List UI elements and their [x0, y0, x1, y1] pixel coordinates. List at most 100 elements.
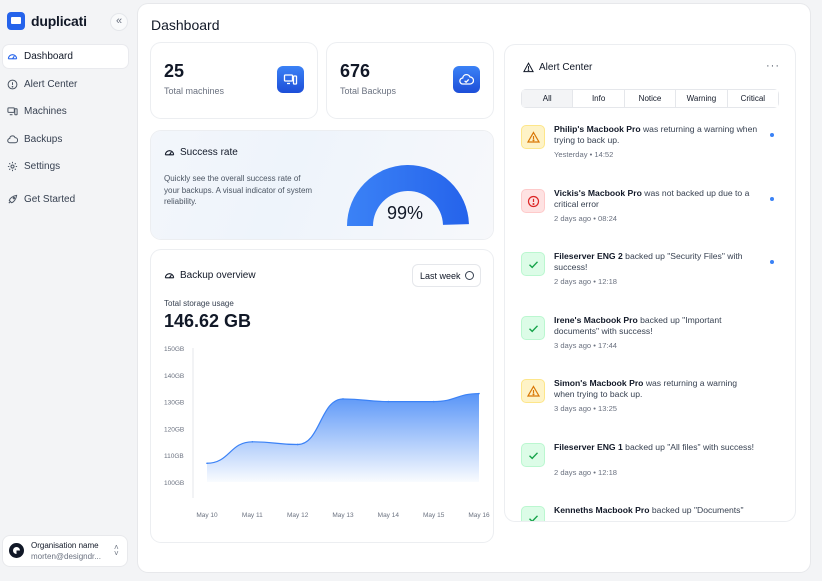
backup-overview-title: Backup overview: [164, 270, 256, 281]
y-tick-label: 140GB: [164, 373, 184, 380]
organisation-switcher[interactable]: Organisation name morten@designdr... ˄ ˅: [3, 536, 127, 566]
tab-notice[interactable]: Notice: [624, 90, 677, 107]
alert-message: Kenneths Macbook Pro backed up "Document…: [554, 505, 744, 515]
chart-point: [251, 441, 254, 443]
sidebar-item-backups[interactable]: Backups: [3, 128, 128, 151]
alert-item[interactable]: Fileserver ENG 2 backed up "Security Fil…: [505, 251, 795, 312]
alert-timestamp: 3 days ago • 13:25: [554, 404, 618, 413]
unread-dot: [770, 133, 774, 137]
alert-message: Simon's Macbook Pro was returning a warn…: [554, 378, 738, 399]
alert-timestamp: 2 days ago • 08:24: [554, 213, 618, 223]
alert-message: Fileserver ENG 2 backed up "Security Fil…: [554, 251, 743, 272]
gauge-icon: [164, 273, 175, 279]
warning-icon: [521, 379, 545, 403]
sidebar-item-alert-center[interactable]: Alert Center: [3, 73, 128, 96]
chart-point: [342, 398, 344, 400]
check-icon: [521, 442, 545, 467]
brand[interactable]: duplicati: [7, 12, 87, 30]
alert-item[interactable]: Kenneths Macbook Pro backed up "Document…: [505, 505, 795, 521]
card-title-text: Success rate: [180, 147, 238, 158]
stat-card-backups[interactable]: 676 Total Backups: [327, 43, 493, 118]
alert-message: Irene's Macbook Pro backed up "Important…: [554, 314, 722, 336]
x-tick-label: May 14: [378, 512, 400, 519]
x-tick-label: May 13: [332, 512, 354, 519]
sidebar-nav: Dashboard Alert Center Machines Backups …: [3, 45, 128, 216]
cloud-check-icon: [453, 66, 480, 93]
alert-source-name: Philip's Macbook Pro: [554, 124, 641, 134]
tab-info[interactable]: Info: [573, 90, 625, 107]
stat-card-machines[interactable]: 25 Total machines: [151, 43, 317, 118]
sidebar: duplicati « Dashboard Alert Center Machi…: [0, 0, 134, 581]
stat-label: Total Backups: [340, 86, 397, 96]
brand-name: duplicati: [31, 13, 87, 29]
sidebar-item-label: Alert Center: [24, 78, 78, 90]
page-title: Dashboard: [151, 17, 220, 33]
alert-center-panel: Alert Center ··· All Info Notice Warning…: [505, 45, 795, 521]
alert-item[interactable]: Fileserver ENG 1 backed up "All files" w…: [505, 441, 795, 503]
x-tick-label: May 10: [196, 512, 218, 519]
alert-source-name: Simon's Macbook Pro: [554, 378, 644, 388]
chevron-up-down-icon: ˄ ˅: [114, 543, 119, 558]
chart-point: [478, 392, 480, 395]
alert-item[interactable]: Irene's Macbook Pro backed up "Important…: [505, 314, 795, 376]
alert-timestamp: 2 days ago • 12:18: [554, 467, 618, 477]
period-label: Last week: [420, 270, 461, 281]
y-tick-label: 130GB: [164, 400, 184, 407]
rocket-icon: [7, 194, 18, 205]
chart-point: [296, 443, 299, 446]
check-icon: [521, 252, 545, 276]
sidebar-item-settings[interactable]: Settings: [3, 155, 128, 178]
error-icon: [521, 188, 545, 213]
more-options-icon[interactable]: ···: [766, 60, 780, 72]
machines-icon: [7, 106, 18, 117]
sidebar-item-machines[interactable]: Machines: [3, 100, 128, 123]
alert-source-name: Kenneths Macbook Pro: [554, 505, 650, 515]
organisation-name: Organisation name: [31, 541, 99, 550]
chart-point: [206, 462, 208, 465]
tab-critical[interactable]: Critical: [727, 90, 779, 107]
alert-source-name: Irene's Macbook Pro: [554, 314, 638, 325]
x-tick-label: May 15: [423, 512, 445, 519]
alert-timestamp: Yesterday • 14:52: [554, 150, 614, 159]
period-select-button[interactable]: Last week: [412, 264, 481, 287]
sidebar-item-get-started[interactable]: Get Started: [3, 188, 128, 211]
alert-timestamp: 3 days ago • 17:44: [554, 340, 618, 350]
backup-overview-chart: 150GB 140GB 130GB 120GB 110GB 100GB May 10 May…: [164, 346, 490, 519]
sidebar-item-label: Get Started: [24, 194, 76, 205]
sidebar-item-dashboard[interactable]: Dashboard: [3, 45, 128, 68]
alert-center-title: Alert Center: [523, 62, 592, 73]
check-icon: [521, 315, 545, 340]
alert-circle-icon: [7, 79, 18, 90]
alert-item[interactable]: Vickis's Macbook Pro was not backed up d…: [505, 187, 795, 249]
chart-area-series: [207, 393, 479, 482]
backup-overview-card: Backup overview Last week Total storage …: [151, 250, 493, 542]
tab-warning[interactable]: Warning: [676, 90, 728, 107]
alert-center-title-text: Alert Center: [539, 62, 593, 73]
alert-item[interactable]: Philip's Macbook Pro was returning a war…: [505, 124, 795, 185]
unread-dot: [770, 260, 774, 264]
storage-value: 146.62 GB: [164, 311, 252, 331]
tab-all[interactable]: All: [522, 90, 574, 107]
sidebar-item-label: Machines: [24, 106, 67, 117]
x-tick-label: May 12: [287, 512, 309, 519]
cloud-icon: [7, 134, 18, 145]
x-tick-label: May 16: [468, 512, 490, 519]
alert-filter-tabs: All Info Notice Warning Critical: [521, 89, 779, 108]
gauge-icon: [164, 150, 175, 156]
sidebar-item-label: Backups: [24, 133, 63, 145]
success-rate-description: Quickly see the overall success rate of …: [164, 174, 313, 206]
x-tick-label: May 11: [242, 512, 263, 519]
gauge-icon: [7, 51, 18, 62]
organisation-email: morten@designdr...: [31, 552, 101, 561]
y-tick-label: 150GB: [164, 346, 184, 353]
alert-message: Vickis's Macbook Pro was not backed up d…: [554, 187, 750, 209]
alert-message: Philip's Macbook Pro was returning a war…: [554, 124, 758, 145]
warning-icon: [523, 62, 534, 73]
y-tick-label: 120GB: [164, 426, 184, 433]
collapse-sidebar-button[interactable]: «: [110, 13, 128, 31]
alert-message: Fileserver ENG 1 backed up "All files" w…: [554, 441, 755, 452]
alert-source-name: Vickis's Macbook Pro: [554, 187, 642, 198]
chart-point: [432, 400, 435, 403]
storage-label: Total storage usage: [164, 299, 234, 308]
alert-item[interactable]: Simon's Macbook Pro was returning a warn…: [505, 378, 795, 439]
